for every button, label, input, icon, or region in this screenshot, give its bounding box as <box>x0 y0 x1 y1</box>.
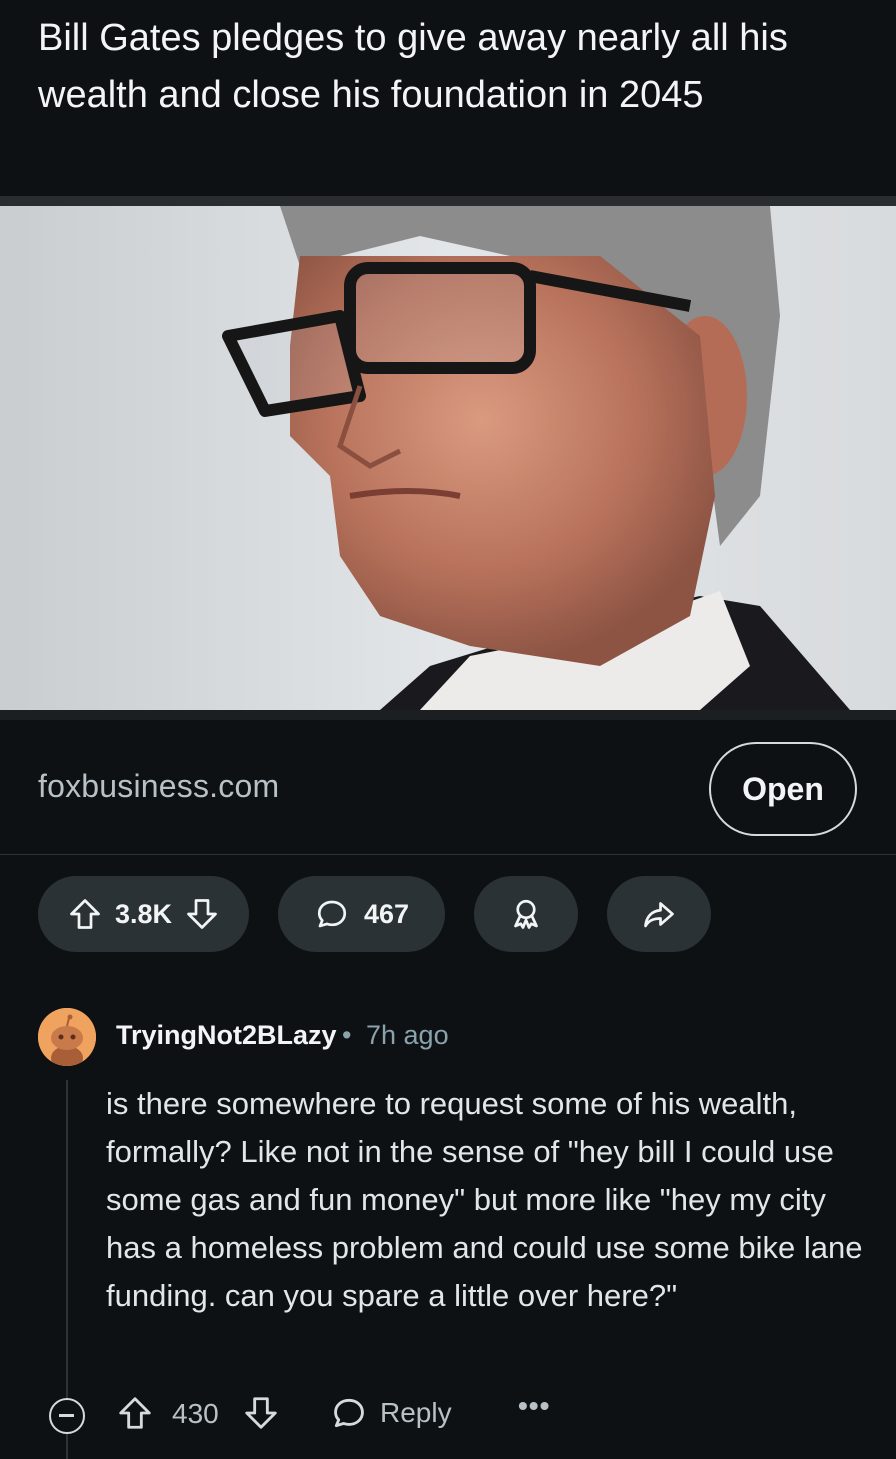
share-icon <box>641 896 677 932</box>
award-icon <box>508 896 544 932</box>
avatar[interactable] <box>38 1008 96 1066</box>
meta-separator: • <box>342 1020 352 1050</box>
vote-count: 3.8K <box>114 898 173 929</box>
link-domain[interactable]: foxbusiness.com <box>38 768 279 805</box>
post-image[interactable] <box>0 196 896 720</box>
comments-button[interactable]: 467 <box>278 876 445 952</box>
portrait-photo <box>0 196 896 720</box>
post-title[interactable]: Bill Gates pledges to give away nearly a… <box>38 10 858 124</box>
comment-body: is there somewhere to request some of hi… <box>106 1086 863 1313</box>
upvote-icon[interactable] <box>67 896 103 932</box>
link-row[interactable]: foxbusiness.com Open <box>0 740 896 855</box>
reply-label: Reply <box>380 1397 452 1428</box>
comment-count: 467 <box>363 898 410 929</box>
collapse-icon[interactable] <box>49 1398 85 1434</box>
comment-upvote-icon[interactable] <box>116 1394 154 1432</box>
more-icon[interactable]: ••• <box>518 1390 550 1422</box>
comment-timestamp: 7h ago <box>366 1020 449 1050</box>
award-button[interactable] <box>474 876 578 952</box>
comment-author[interactable]: TryingNot2BLazy <box>116 1020 337 1051</box>
comment-icon <box>314 896 350 932</box>
snoo-avatar-icon <box>38 1008 96 1066</box>
reply-button[interactable]: Reply <box>330 1394 452 1432</box>
comment-score: 430 <box>172 1398 219 1429</box>
comment-downvote-icon[interactable] <box>242 1394 280 1432</box>
reply-icon <box>334 1398 364 1428</box>
open-link-button[interactable]: Open <box>709 742 857 836</box>
comment-actions: 430 Reply ••• <box>0 1388 896 1444</box>
share-button[interactable] <box>607 876 711 952</box>
downvote-icon[interactable] <box>184 896 220 932</box>
vote-pill: 3.8K <box>38 876 249 952</box>
